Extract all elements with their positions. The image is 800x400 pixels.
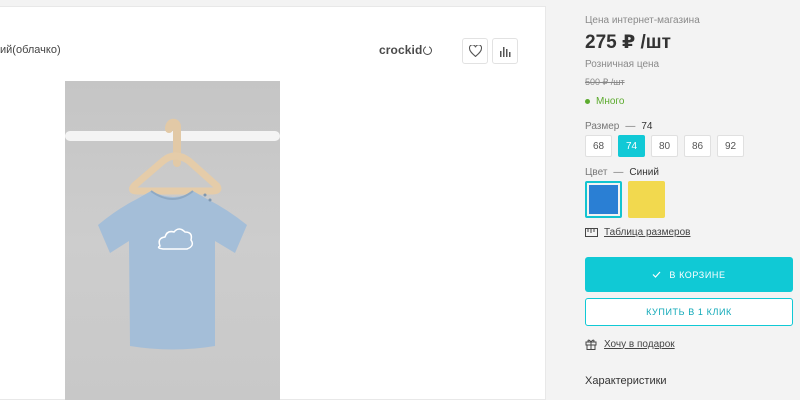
tshirt-image xyxy=(65,118,280,350)
product-title: ий(облачко) xyxy=(0,44,61,56)
size-option-74[interactable]: 74 xyxy=(618,135,645,157)
size-label: Размер — 74 xyxy=(585,121,653,132)
retail-price-label: Розничная цена xyxy=(585,59,660,70)
gift-link[interactable]: Хочу в подарок xyxy=(585,338,675,350)
color-dash: — xyxy=(613,167,624,178)
online-price-label: Цена интернет-магазина xyxy=(585,15,700,26)
size-options: 68 74 80 86 92 xyxy=(585,135,744,157)
brand-logo[interactable]: crockid xyxy=(379,43,433,57)
color-label: Цвет — Синий xyxy=(585,167,659,178)
in-cart-label: В КОРЗИНЕ xyxy=(669,269,726,280)
favorite-button[interactable] xyxy=(462,38,488,64)
compare-chart-icon xyxy=(500,47,511,57)
stock-dot-icon xyxy=(585,99,590,104)
checkmark-icon xyxy=(652,271,661,278)
size-label-text: Размер xyxy=(585,121,620,132)
color-label-text: Цвет xyxy=(585,167,608,178)
size-option-86[interactable]: 86 xyxy=(684,135,711,157)
color-swatch-blue[interactable] xyxy=(585,181,622,218)
buy-one-click-button[interactable]: КУПИТЬ В 1 КЛИК xyxy=(585,298,793,326)
size-dash: — xyxy=(625,121,636,132)
product-gallery-panel: ий(облачко) crockid xyxy=(0,6,546,400)
product-buy-panel: Цена интернет-магазина 275 ₽ /шт Розничн… xyxy=(546,0,800,400)
size-option-68[interactable]: 68 xyxy=(585,135,612,157)
brand-mark-icon xyxy=(423,44,433,55)
brand-name: crockid xyxy=(379,43,423,57)
color-swatches xyxy=(585,181,665,218)
size-selected-value: 74 xyxy=(641,121,653,132)
heart-icon xyxy=(468,45,482,57)
retail-price: 500 ₽ /шт xyxy=(585,77,625,87)
size-table-text: Таблица размеров xyxy=(604,227,691,238)
product-photo[interactable] xyxy=(65,81,280,400)
characteristics-heading[interactable]: Характеристики xyxy=(585,375,667,387)
stock-text: Много xyxy=(596,96,625,107)
size-option-80[interactable]: 80 xyxy=(651,135,678,157)
product-page: ий(облачко) crockid Цена интернет-магази… xyxy=(0,0,800,400)
gift-text: Хочу в подарок xyxy=(604,338,675,350)
online-price: 275 ₽ /шт xyxy=(585,32,671,53)
size-option-92[interactable]: 92 xyxy=(717,135,744,157)
color-swatch-yellow[interactable] xyxy=(628,181,665,218)
size-table-link[interactable]: Таблица размеров xyxy=(585,227,690,238)
color-selected-value: Синий xyxy=(629,167,659,178)
compare-button[interactable] xyxy=(492,38,518,64)
gift-icon xyxy=(585,339,597,350)
ruler-icon xyxy=(585,228,598,237)
stock-status: Много xyxy=(585,96,624,107)
in-cart-button[interactable]: В КОРЗИНЕ xyxy=(585,257,793,292)
